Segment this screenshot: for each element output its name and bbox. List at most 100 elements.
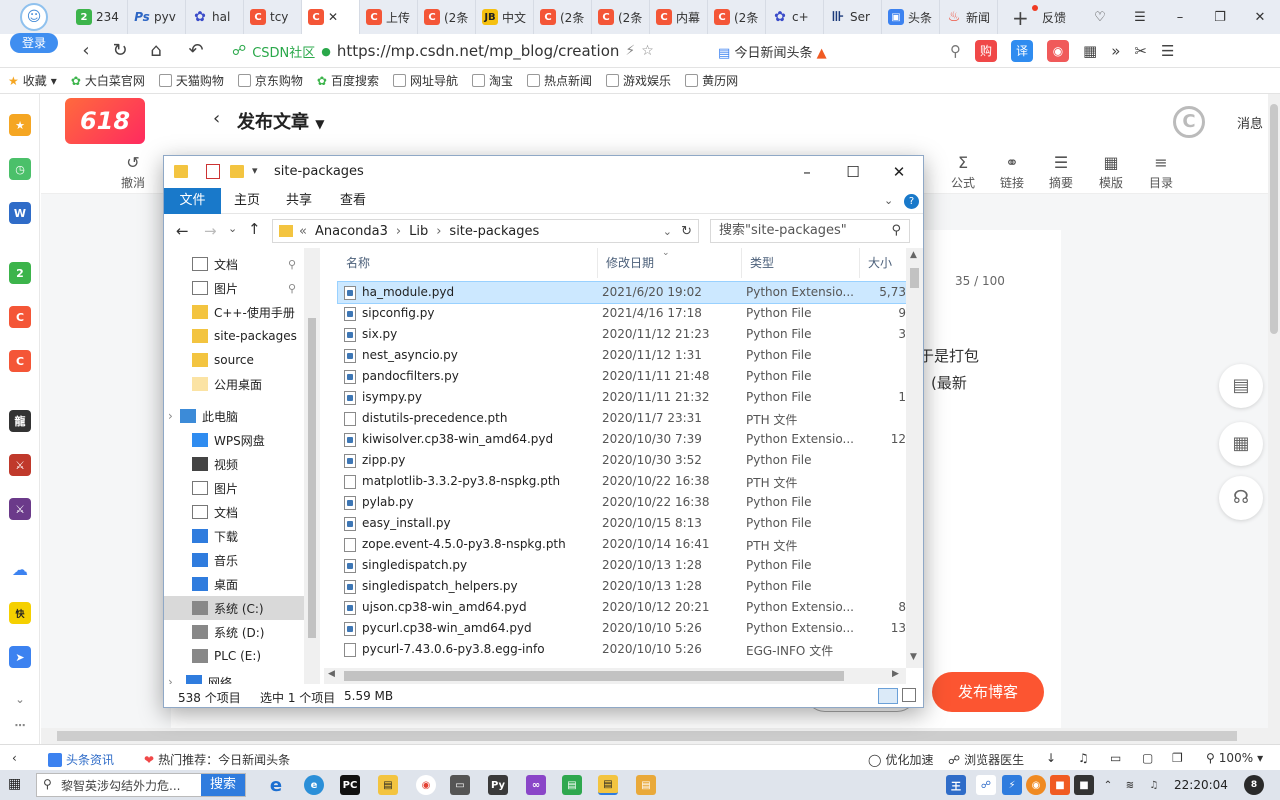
nav-scrollbar-thumb[interactable] xyxy=(308,318,316,638)
login-button[interactable]: 登录 xyxy=(10,33,58,53)
volume-icon[interactable]: ♫ xyxy=(1144,775,1164,795)
restore-small-icon[interactable]: ❐ xyxy=(1172,751,1183,765)
address-overflow-icon[interactable]: « xyxy=(299,224,307,239)
taskbar-search-button[interactable]: 搜索 xyxy=(201,774,245,796)
apps-grid-icon[interactable]: ▦ xyxy=(1083,42,1097,60)
toolbar-undo-button[interactable]: ↺ 撤消 xyxy=(113,152,153,191)
window-icon[interactable]: ▭ xyxy=(1110,751,1121,765)
notepad-icon[interactable]: ▤ xyxy=(562,775,582,795)
toolbar-formula-button[interactable]: Σ 公式 xyxy=(943,152,983,191)
star-icon[interactable]: ☆ xyxy=(641,43,654,59)
pin-icon[interactable]: ⚲ xyxy=(288,258,296,271)
restore-button[interactable]: ❐ xyxy=(1200,10,1240,25)
explorer-close-button[interactable]: ✕ xyxy=(876,158,922,186)
kuaibao-icon[interactable]: 快 xyxy=(9,602,31,624)
column-type[interactable]: 类型 xyxy=(742,248,860,278)
image-icon[interactable]: ▢ xyxy=(1142,751,1153,765)
page-scrollbar-thumb[interactable] xyxy=(1270,104,1278,334)
file-row[interactable]: pycurl.cp38-win_amd64.pyd 2020/10/10 5:26… xyxy=(338,618,908,639)
toolbar-link-button[interactable]: ⚭ 链接 xyxy=(992,152,1032,191)
details-view-icon[interactable] xyxy=(878,688,898,704)
bookmark-4[interactable]: ✿ 百度搜索 xyxy=(317,72,379,89)
tab-0[interactable]: 2 234 xyxy=(70,0,128,34)
bookmark-8[interactable]: 游戏娱乐 xyxy=(606,72,671,89)
breadcrumb-site-packages[interactable]: site-packages xyxy=(449,224,539,239)
headset-icon[interactable]: ☊ xyxy=(1219,476,1263,520)
refresh-icon[interactable]: ↻ xyxy=(110,41,130,61)
refresh-folder-icon[interactable]: ↻ xyxy=(681,224,692,239)
tab-13[interactable]: ⊪ Ser xyxy=(824,0,882,34)
2345-icon[interactable]: 2 xyxy=(9,262,31,284)
file-list-hscrollbar[interactable]: ◀ ▶ xyxy=(324,668,906,684)
file-row[interactable]: zipp.py 2020/10/30 3:52 Python File xyxy=(338,450,908,471)
undo-icon[interactable]: ↶ xyxy=(186,41,206,61)
qrcode-icon[interactable]: ▦ xyxy=(1219,422,1263,466)
chevron-down-icon[interactable]: ⌄ xyxy=(9,688,31,710)
nav-item-14[interactable]: 系统 (C:) xyxy=(164,596,304,620)
visual-studio-icon[interactable]: ∞ xyxy=(526,775,546,795)
nav-scrollbar[interactable] xyxy=(304,248,320,684)
scissors-icon[interactable]: ✂ xyxy=(1134,42,1147,60)
baidu-cloud-icon[interactable]: ☁ xyxy=(9,558,31,580)
recent-locations-icon[interactable]: ⌄ xyxy=(228,222,237,235)
tab-9[interactable]: C (2条 xyxy=(592,0,650,34)
breadcrumb-separator-icon-2[interactable]: › xyxy=(436,224,441,239)
properties-icon[interactable] xyxy=(206,164,220,179)
nav-item-2[interactable]: C++-使用手册 xyxy=(164,300,304,324)
send-icon[interactable]: ➤ xyxy=(9,646,31,668)
briefcase-icon[interactable]: ▤ xyxy=(636,775,656,795)
browser-doctor-link[interactable]: ☍ 浏览器医生 xyxy=(948,751,1024,768)
nav-item-6[interactable]: 此电脑 › xyxy=(164,404,304,428)
address-dropdown-icon[interactable]: ⌄ xyxy=(663,225,672,238)
taskbar-search[interactable]: ⚲ 黎智英涉勾结外力危... 搜索 xyxy=(36,773,246,797)
wifi-icon[interactable]: ≋ xyxy=(1120,775,1140,795)
breadcrumb-anaconda3[interactable]: Anaconda3 xyxy=(315,224,388,239)
page-horizontal-scrollbar-thumb[interactable] xyxy=(57,731,1237,741)
file-row[interactable]: easy_install.py 2020/10/15 8:13 Python Fil… xyxy=(338,513,908,534)
translate-icon[interactable]: 译 xyxy=(1011,40,1033,62)
bookmark-7[interactable]: 热点新闻 xyxy=(527,72,592,89)
lightning-icon[interactable]: ⚡ xyxy=(625,43,635,59)
pin-icon[interactable]: ⚲ xyxy=(288,282,296,295)
new-tab-button[interactable]: + xyxy=(1012,6,1029,30)
breadcrumb-lib[interactable]: Lib xyxy=(409,224,428,239)
ribbon-tab-file[interactable]: 文件 xyxy=(164,188,221,214)
toolbar-template-button[interactable]: ▦ 模版 xyxy=(1091,152,1131,191)
bookmark-5[interactable]: 网址导航 xyxy=(393,72,458,89)
game-icon-3[interactable]: ⚔ xyxy=(9,498,31,520)
column-name[interactable]: 名称 xyxy=(338,248,598,278)
file-row[interactable]: isympy.py 2020/11/11 21:32 Python File 1 xyxy=(338,387,908,408)
quick-access-dropdown-icon[interactable]: ▾ xyxy=(252,164,258,177)
file-row[interactable]: sipconfig.py 2021/4/16 17:18 Python File 9 xyxy=(338,303,908,324)
page-title[interactable]: 发布文章 ▼ xyxy=(237,108,325,134)
nav-item-1[interactable]: 图片 ⚲ xyxy=(164,276,304,300)
promo-618-badge[interactable]: 618 xyxy=(65,98,145,144)
optimize-link[interactable]: ◯ 优化加速 xyxy=(868,751,933,768)
ribbon-tab-view[interactable]: 查看 xyxy=(326,188,380,214)
shopping-icon[interactable]: 购 xyxy=(975,40,997,62)
toolbar-toc-button[interactable]: ≡ 目录 xyxy=(1141,152,1181,191)
explorer-search-input[interactable]: 搜索"site-packages" ⚲ xyxy=(710,219,910,243)
menu-icon[interactable]: ☰ xyxy=(1120,10,1160,25)
tab-10[interactable]: C 内幕 xyxy=(650,0,708,34)
browser-360-icon[interactable]: e xyxy=(304,775,324,795)
nav-item-4[interactable]: source xyxy=(164,348,304,372)
tray-app-icon[interactable]: ■ xyxy=(1050,775,1070,795)
page-scrollbar[interactable] xyxy=(1268,94,1280,744)
file-row[interactable]: pandocfilters.py 2020/11/11 21:48 Python F… xyxy=(338,366,908,387)
tray-shield-icon[interactable]: ☍ xyxy=(976,775,996,795)
tab-8[interactable]: C (2条 xyxy=(534,0,592,34)
word-icon[interactable]: W xyxy=(9,202,31,224)
game-dragon-icon[interactable]: 龍 xyxy=(9,410,31,432)
bookmark-1[interactable]: ✿ 大白菜官网 xyxy=(71,72,145,89)
chrome-icon[interactable]: ◉ xyxy=(416,775,436,795)
file-row[interactable]: nest_asyncio.py 2020/11/12 1:31 Python Fil… xyxy=(338,345,908,366)
hot-news-link[interactable]: ▤ 今日新闻头条 ▲ xyxy=(718,42,827,61)
news-feed-link[interactable]: 头条资讯 xyxy=(48,751,114,768)
tab-14[interactable]: ▣ 头条 xyxy=(882,0,940,34)
feedback-link[interactable]: 反馈 xyxy=(1028,9,1080,26)
tray-expand-icon[interactable]: ⌃ xyxy=(1098,775,1118,795)
search-icon[interactable]: ⚲ xyxy=(950,42,961,60)
file-list-scrollbar-thumb[interactable] xyxy=(910,268,919,288)
back-chevron-icon[interactable]: ‹ xyxy=(213,108,220,129)
